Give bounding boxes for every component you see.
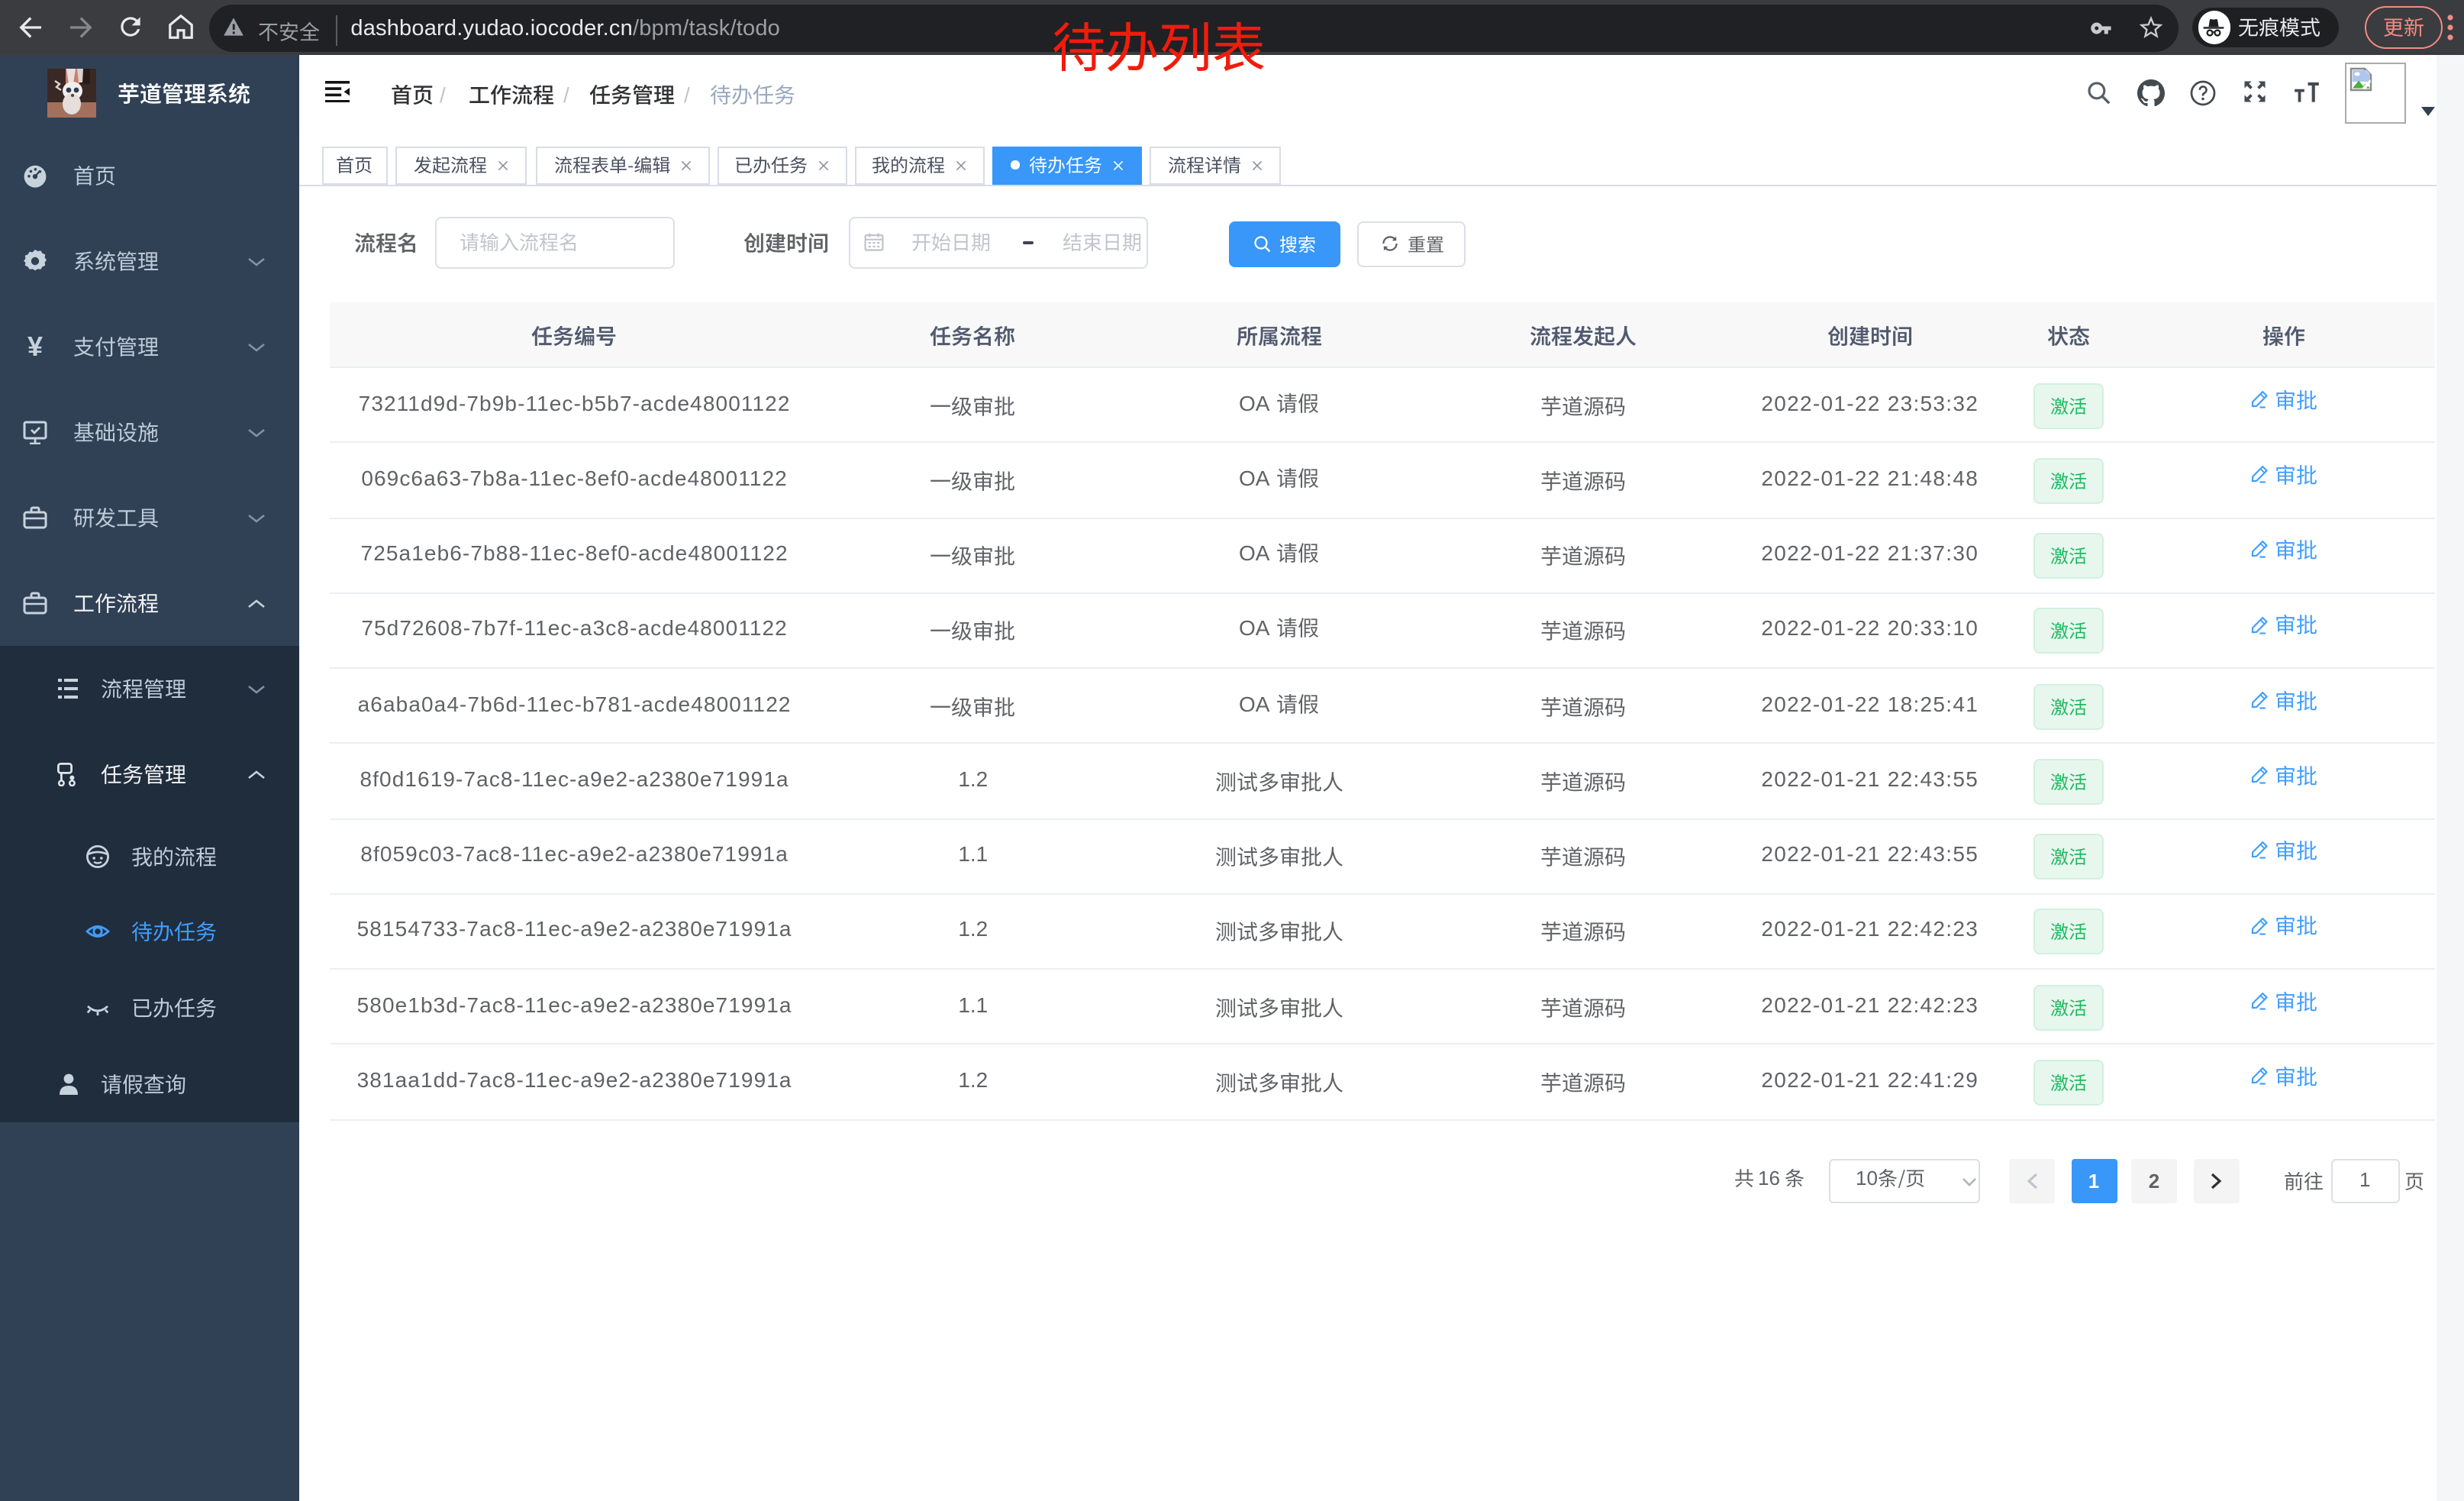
svg-text:¥: ¥ <box>27 334 43 359</box>
